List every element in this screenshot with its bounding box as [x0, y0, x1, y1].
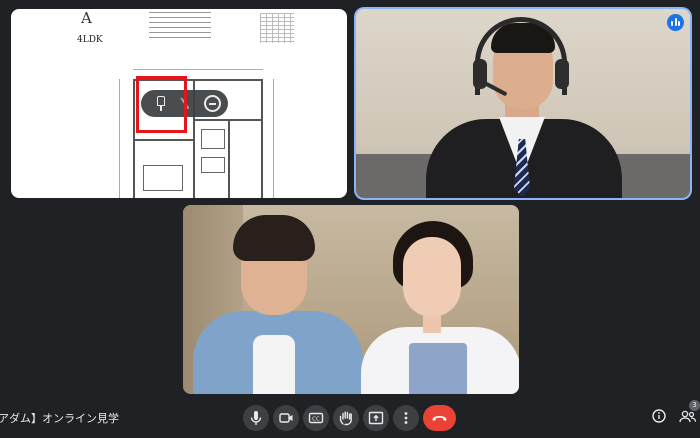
- captions-icon: CC: [308, 412, 324, 424]
- captions-button[interactable]: CC: [303, 405, 329, 431]
- spec-table: [260, 13, 294, 43]
- info-icon: [652, 409, 666, 423]
- camera-button[interactable]: [273, 405, 299, 431]
- spec-text-lines: [149, 12, 211, 42]
- plan-letter: A: [81, 9, 92, 27]
- participants-button[interactable]: 3: [676, 400, 700, 427]
- participant-tile-clients[interactable]: [183, 205, 519, 394]
- phone-hangup-icon: [432, 416, 447, 421]
- participant-tile-agent[interactable]: [356, 9, 690, 198]
- hand-icon: [339, 411, 352, 426]
- microphone-button[interactable]: [243, 405, 269, 431]
- participant-count-badge: 3: [689, 400, 700, 411]
- shared-screen-tile[interactable]: A 4LDK: [11, 9, 347, 198]
- plan-type: 4LDK: [77, 35, 103, 45]
- present-button[interactable]: [363, 405, 389, 431]
- more-options-button[interactable]: [393, 405, 419, 431]
- meeting-details-button[interactable]: [648, 405, 670, 427]
- man-tshirt: [253, 335, 295, 394]
- audio-wave-icon: [667, 14, 684, 31]
- leave-call-button[interactable]: [423, 405, 456, 431]
- raise-hand-button[interactable]: [333, 405, 359, 431]
- camera-icon: [279, 413, 293, 423]
- call-controls: CC: [0, 405, 700, 431]
- man-hair: [233, 215, 315, 261]
- present-icon: [368, 411, 384, 425]
- mic-icon: [250, 411, 262, 425]
- woman-top: [409, 343, 467, 394]
- remove-icon[interactable]: [204, 95, 221, 112]
- woman-face: [403, 237, 461, 317]
- more-vert-icon: [404, 412, 408, 424]
- svg-text:CC: CC: [312, 417, 320, 423]
- pin-highlight-box: [136, 76, 187, 133]
- headset-earcup-right: [555, 59, 569, 89]
